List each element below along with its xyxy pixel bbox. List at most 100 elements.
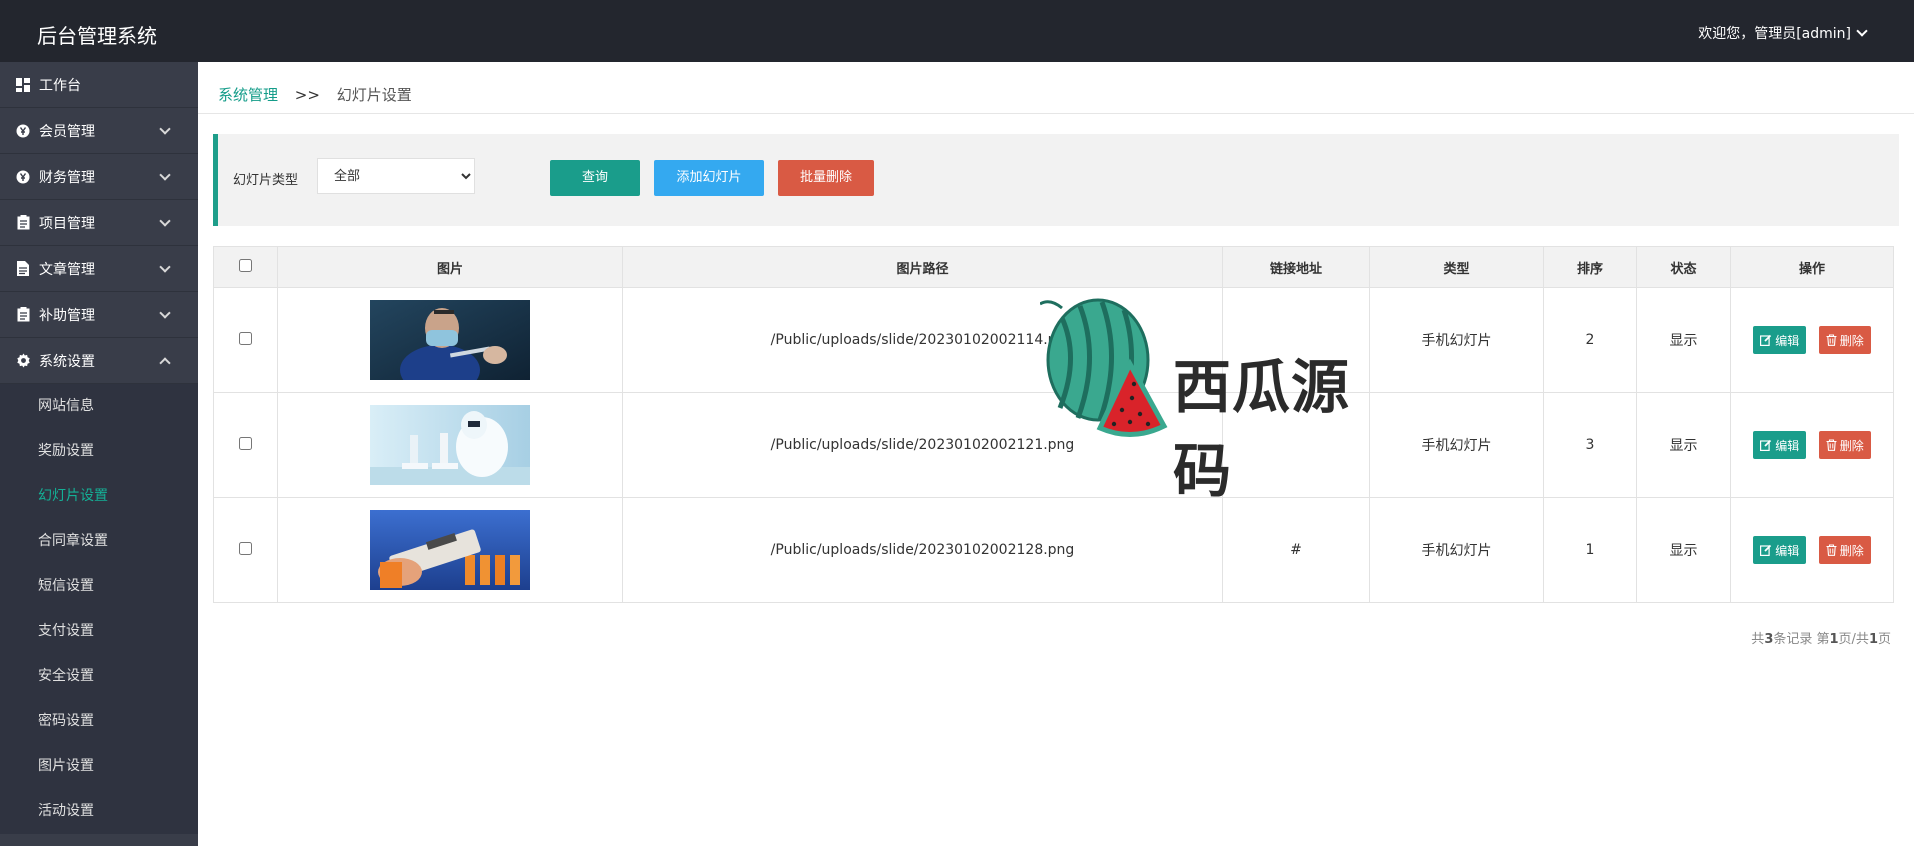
- sidebar-subitem-reward[interactable]: 奖励设置: [0, 429, 198, 474]
- sidebar-item-label: 会员管理: [39, 123, 95, 140]
- link-cell: [1222, 287, 1370, 393]
- type-cell: 手机幻灯片: [1369, 392, 1544, 498]
- pager-text: 条记录 第: [1773, 632, 1830, 647]
- table-row: /Public/uploads/slide/20230102002128.png…: [213, 497, 1894, 603]
- type-cell: 手机幻灯片: [1369, 287, 1544, 393]
- row-checkbox[interactable]: [239, 541, 252, 555]
- document-icon: [15, 261, 31, 277]
- pager-text: 页: [1877, 632, 1891, 647]
- dashboard-icon: [15, 77, 31, 93]
- sidebar-subitem-slides[interactable]: 幻灯片设置: [0, 474, 198, 519]
- link-cell: [1222, 392, 1370, 498]
- sidebar-item-label: 文章管理: [39, 261, 95, 278]
- breadcrumb-parent[interactable]: 系统管理: [218, 86, 278, 104]
- chevron-down-icon: [159, 169, 171, 181]
- edit-button[interactable]: 编辑: [1753, 536, 1807, 564]
- sidebar-subitem-security[interactable]: 安全设置: [0, 654, 198, 699]
- sidebar-subitem-contract-seal[interactable]: 合同章设置: [0, 519, 198, 564]
- status-cell: 显示: [1636, 287, 1731, 393]
- row-select-cell: [213, 392, 278, 498]
- type-cell: 手机幻灯片: [1369, 497, 1544, 603]
- chevron-down-icon: [159, 307, 171, 319]
- delete-button[interactable]: 删除: [1818, 431, 1871, 459]
- chevron-up-icon: [159, 357, 171, 369]
- delete-button[interactable]: 删除: [1818, 326, 1871, 354]
- delete-button[interactable]: 删除: [1818, 536, 1871, 564]
- table-header-row: 图片 图片路径 链接地址 类型 排序 状态 操作: [213, 246, 1894, 288]
- table-row: /Public/uploads/slide/20230102002114.png…: [213, 287, 1894, 393]
- row-select-cell: [213, 287, 278, 393]
- add-slide-button[interactable]: 添加幻灯片: [654, 160, 764, 196]
- image-cell: [277, 392, 623, 498]
- actions-cell: 编辑 删除: [1730, 287, 1894, 393]
- edit-label: 编辑: [1775, 543, 1800, 558]
- sidebar-subitem-activity[interactable]: 活动设置: [0, 789, 198, 834]
- column-header: 类型: [1369, 246, 1544, 288]
- yen-circle-icon: [15, 169, 31, 185]
- sidebar: 工作台 会员管理 财务管理 项目管理 文章管理 补助管理 系统设置 网站信息 奖…: [0, 62, 198, 846]
- actions-cell: 编辑 删除: [1730, 392, 1894, 498]
- sidebar-submenu: 网站信息 奖励设置 幻灯片设置 合同章设置 短信设置 支付设置 安全设置 密码设…: [0, 384, 198, 834]
- clipboard-icon: [15, 215, 31, 231]
- slide-thumbnail: [370, 300, 530, 380]
- column-header: 图片路径: [622, 246, 1223, 288]
- user-menu[interactable]: 欢迎您，管理员[admin]: [1698, 23, 1868, 43]
- edit-icon: [1760, 544, 1772, 556]
- pagination-info: 共3条记录 第1页/共1页: [1751, 628, 1891, 647]
- image-cell: [277, 287, 623, 393]
- breadcrumb-separator: >>: [294, 86, 320, 104]
- chevron-down-icon: [159, 123, 171, 135]
- sidebar-item-finance[interactable]: 财务管理: [0, 154, 198, 200]
- status-cell: 显示: [1636, 497, 1731, 603]
- sort-cell: 3: [1543, 392, 1637, 498]
- slides-table: 图片 图片路径 链接地址 类型 排序 状态 操作 /Public/uploads…: [213, 246, 1894, 603]
- sidebar-subitem-payment[interactable]: 支付设置: [0, 609, 198, 654]
- select-all-checkbox[interactable]: [239, 258, 252, 272]
- breadcrumb-current: 幻灯片设置: [336, 86, 412, 104]
- sidebar-item-dashboard[interactable]: 工作台: [0, 62, 198, 108]
- yen-circle-icon: [15, 123, 31, 139]
- row-checkbox[interactable]: [239, 436, 252, 450]
- delete-label: 删除: [1839, 543, 1864, 558]
- sidebar-subitem-sms[interactable]: 短信设置: [0, 564, 198, 609]
- breadcrumb: 系统管理 >> 幻灯片设置: [218, 84, 412, 105]
- image-cell: [277, 497, 623, 603]
- sidebar-item-projects[interactable]: 项目管理: [0, 200, 198, 246]
- sidebar-item-subsidy[interactable]: 补助管理: [0, 292, 198, 338]
- pager-text: 共: [1751, 632, 1765, 647]
- sidebar-subitem-password[interactable]: 密码设置: [0, 699, 198, 744]
- batch-delete-button[interactable]: 批量删除: [778, 160, 874, 196]
- edit-button[interactable]: 编辑: [1753, 431, 1807, 459]
- row-checkbox[interactable]: [239, 331, 252, 345]
- sort-cell: 2: [1543, 287, 1637, 393]
- chevron-down-icon: [159, 261, 171, 273]
- slide-thumbnail: [370, 510, 530, 590]
- trash-icon: [1826, 439, 1837, 451]
- slide-thumbnail: [370, 405, 530, 485]
- pager-total: 3: [1764, 632, 1774, 647]
- user-greeting: 欢迎您，管理员[admin]: [1698, 26, 1851, 42]
- sidebar-item-members[interactable]: 会员管理: [0, 108, 198, 154]
- edit-icon: [1760, 439, 1772, 451]
- table-row: /Public/uploads/slide/20230102002121.png…: [213, 392, 1894, 498]
- status-cell: 显示: [1636, 392, 1731, 498]
- sidebar-item-system-settings[interactable]: 系统设置: [0, 338, 198, 384]
- chevron-down-icon: [1856, 25, 1868, 37]
- slide-type-select[interactable]: 全部: [317, 158, 475, 194]
- row-select-cell: [213, 497, 278, 603]
- sidebar-item-articles[interactable]: 文章管理: [0, 246, 198, 292]
- divider: [198, 113, 1914, 114]
- edit-button[interactable]: 编辑: [1753, 326, 1807, 354]
- column-header: 操作: [1730, 246, 1894, 288]
- column-header: 图片: [277, 246, 623, 288]
- query-button[interactable]: 查询: [550, 160, 640, 196]
- actions-cell: 编辑 删除: [1730, 497, 1894, 603]
- pager-page: 1: [1829, 632, 1839, 647]
- path-cell: /Public/uploads/slide/20230102002121.png: [622, 392, 1223, 498]
- sidebar-item-label: 工作台: [39, 77, 81, 94]
- sidebar-subitem-images[interactable]: 图片设置: [0, 744, 198, 789]
- column-header: 状态: [1636, 246, 1731, 288]
- edit-icon: [1760, 334, 1772, 346]
- sidebar-subitem-site-info[interactable]: 网站信息: [0, 384, 198, 429]
- sidebar-item-label: 项目管理: [39, 215, 95, 232]
